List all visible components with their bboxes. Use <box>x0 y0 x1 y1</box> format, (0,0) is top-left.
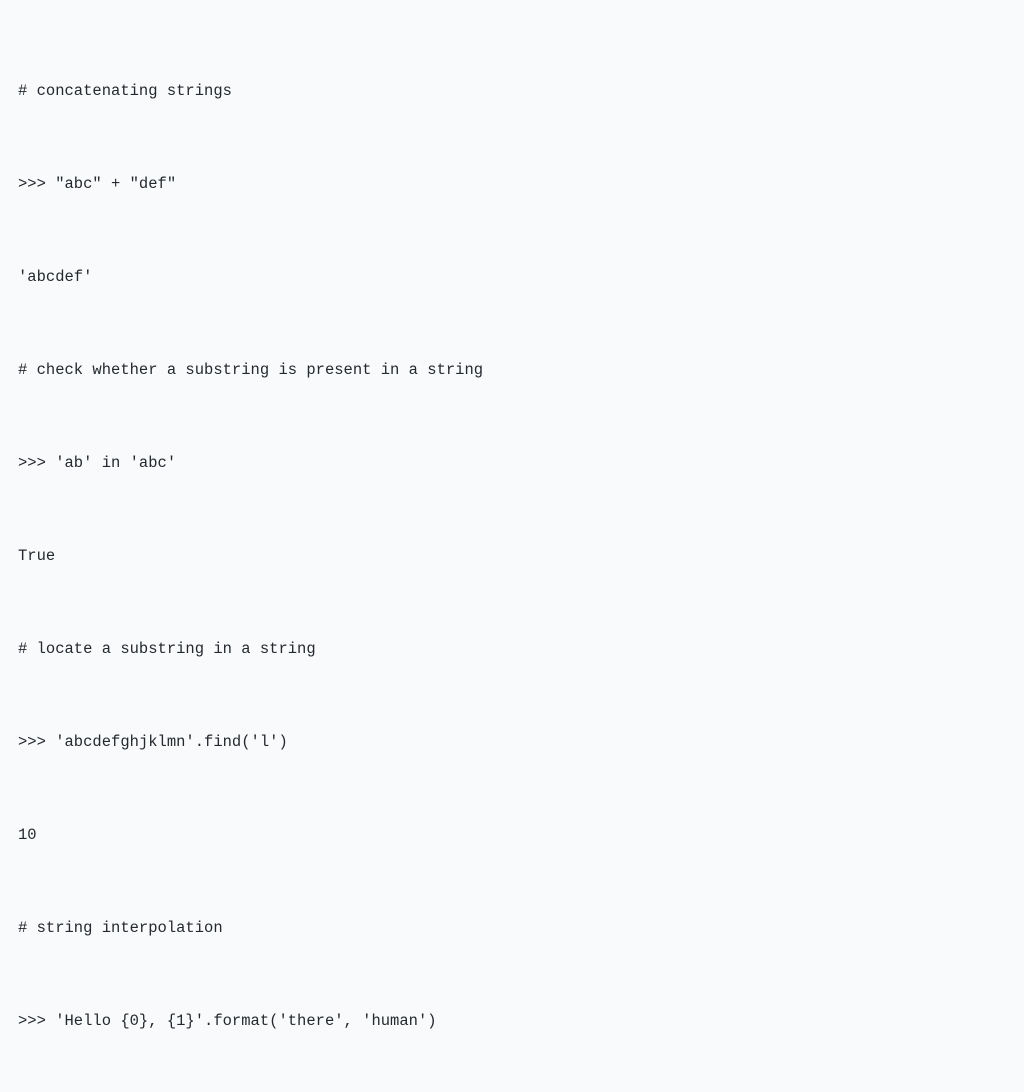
code-line: >>> 'Hello {0}, {1}'.format('there', 'hu… <box>18 1006 1006 1037</box>
code-line: # locate a substring in a string <box>18 634 1006 665</box>
code-line: >>> "abc" + "def" <box>18 169 1006 200</box>
code-line: # string interpolation <box>18 913 1006 944</box>
code-block: # concatenating strings >>> "abc" + "def… <box>18 14 1006 1092</box>
code-line: # concatenating strings <box>18 76 1006 107</box>
code-line: >>> 'ab' in 'abc' <box>18 448 1006 479</box>
code-line: 10 <box>18 820 1006 851</box>
code-line: >>> 'abcdefghjklmn'.find('l') <box>18 727 1006 758</box>
code-line: # check whether a substring is present i… <box>18 355 1006 386</box>
code-line: 'abcdef' <box>18 262 1006 293</box>
